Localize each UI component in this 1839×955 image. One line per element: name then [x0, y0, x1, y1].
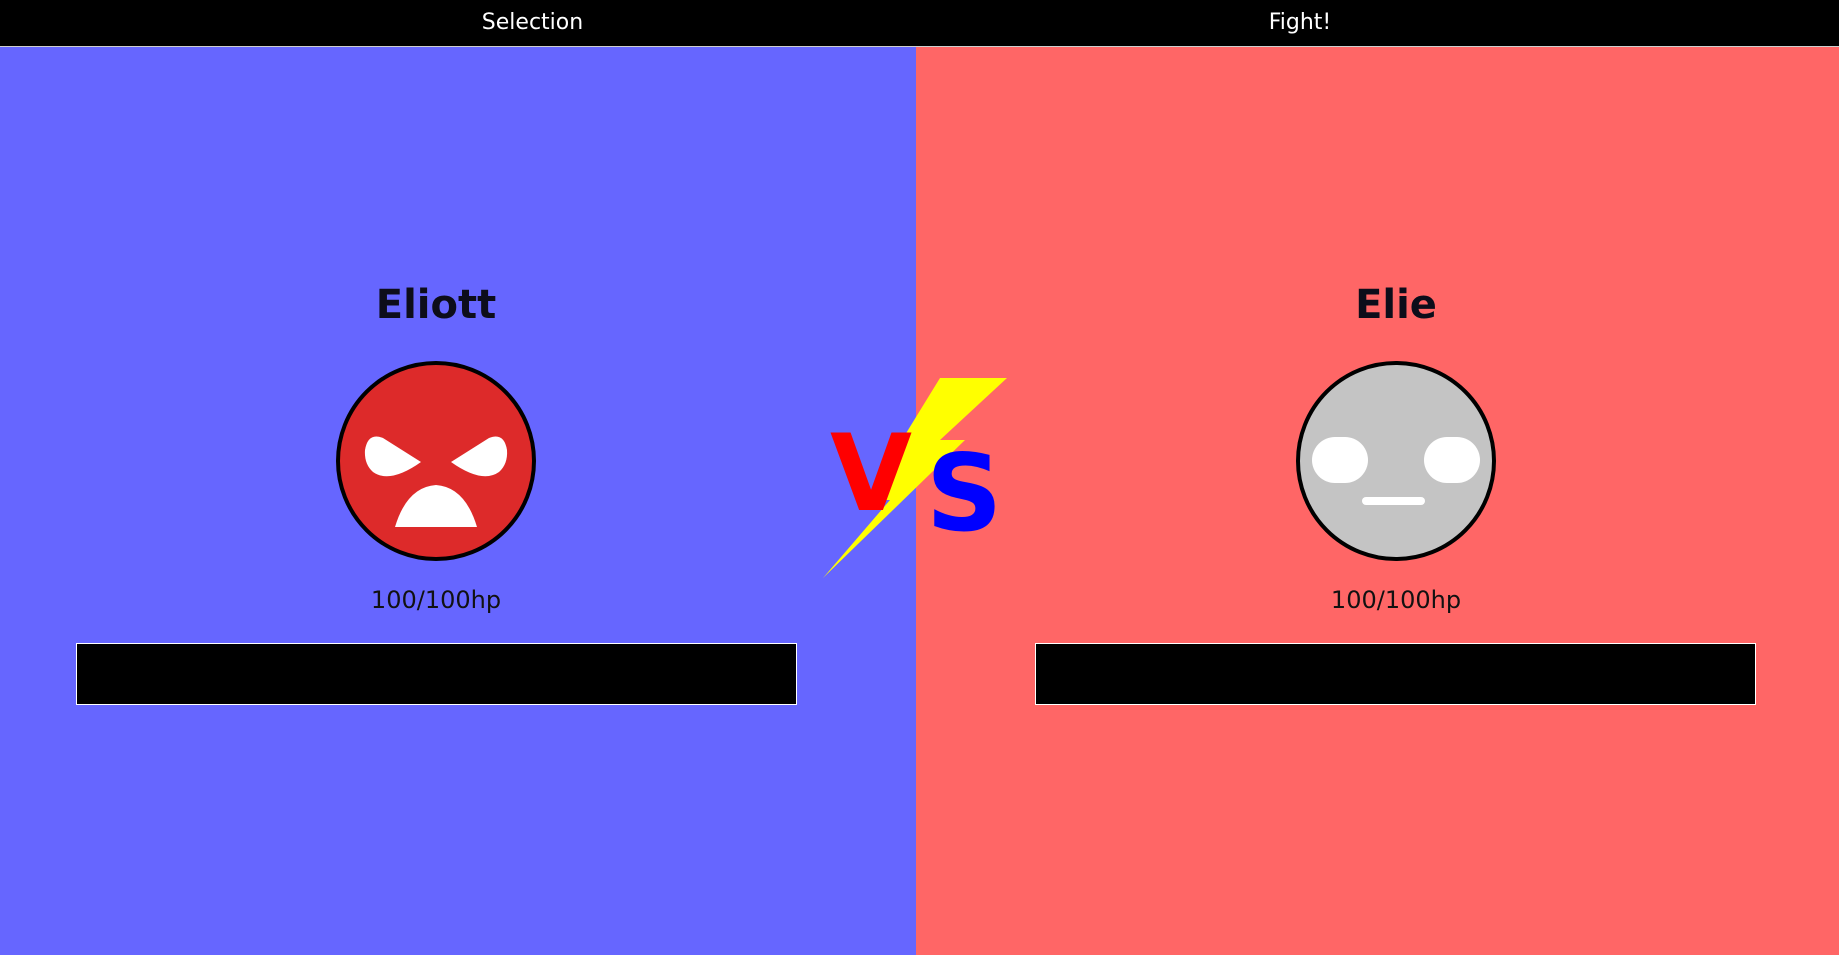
player-right-name: Elie — [1355, 282, 1437, 328]
player-left-name: Eliott — [375, 282, 497, 328]
player-right-panel: Elie 100/100hp — [916, 47, 1839, 955]
player-left-hp-text: 100/100hp — [370, 586, 502, 614]
versus-letter-v: V — [830, 412, 912, 535]
player-right-hp-text: 100/100hp — [1330, 586, 1462, 614]
tab-selection[interactable]: Selection — [0, 0, 1065, 46]
versus-letter-s: S — [926, 432, 1002, 555]
angry-face-icon[interactable] — [335, 360, 537, 562]
player-right-hp-bar — [1035, 643, 1756, 705]
top-navigation-bar: Selection Fight! — [0, 0, 1839, 47]
player-left-hp-bar — [76, 643, 797, 705]
player-left-panel: Eliott 100/100hp — [0, 47, 916, 955]
neutral-face-icon[interactable] — [1295, 360, 1497, 562]
versus-emblem: V S — [823, 378, 1007, 578]
tab-fight[interactable]: Fight! — [915, 0, 1685, 46]
